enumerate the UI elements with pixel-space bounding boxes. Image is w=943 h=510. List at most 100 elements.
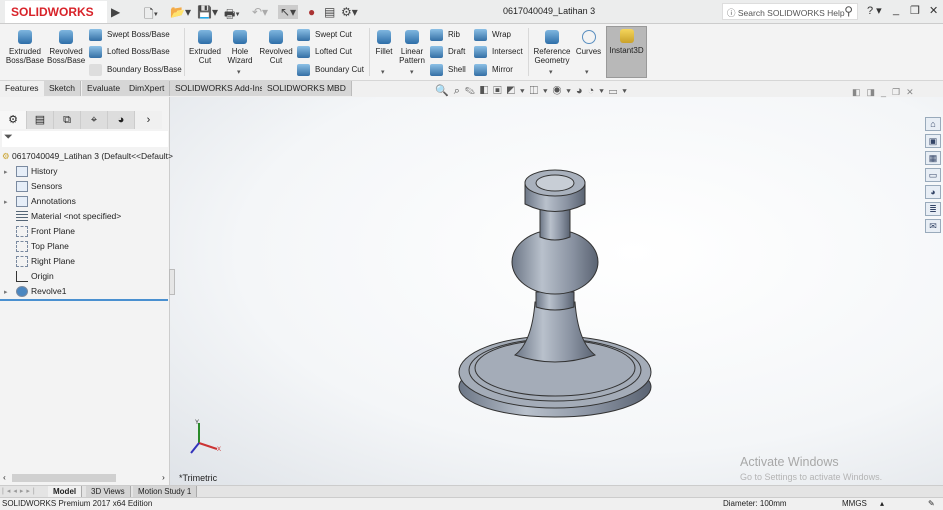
curves-dropdown-icon[interactable]: ▾ [585, 68, 589, 76]
design-library-icon[interactable]: ▦ [925, 151, 941, 165]
curves-button[interactable]: Curves [575, 28, 602, 56]
swept-cut-icon [297, 29, 310, 41]
swept-cut-button[interactable]: Swept Cut [297, 27, 352, 43]
tree-item-origin[interactable]: Origin [4, 269, 54, 283]
draft-button[interactable]: Draft [430, 44, 465, 60]
appearances-icon[interactable]: ◕ [925, 185, 941, 199]
minimize-icon[interactable]: _ [893, 4, 899, 16]
resources-icon[interactable]: ▣ [925, 134, 941, 148]
units-dropdown-icon[interactable]: ▴ [880, 498, 884, 510]
label: Lofted Cut [315, 47, 352, 56]
heads-up-view-toolbar[interactable]: 🔍⌕✎◧▣◩▾◫▾◉▾◕◔▾▭▾ [435, 84, 632, 98]
label: Boundary Boss/Base [107, 65, 182, 74]
fillet-button[interactable]: Fillet [372, 28, 396, 56]
display-manager-tab-icon[interactable]: ◕ [108, 111, 135, 129]
boundary-cut-button[interactable]: Boundary Cut [297, 62, 364, 78]
expand-arrow-icon[interactable]: ▸ [4, 166, 16, 180]
print-icon[interactable]: 🖶▾ [224, 5, 240, 26]
intersect-button[interactable]: Intersect [474, 44, 523, 60]
revolved-cut-button[interactable]: Revolved Cut [258, 28, 294, 65]
units-selector[interactable]: MMGS [842, 498, 867, 510]
draft-icon [430, 46, 443, 58]
more-tabs-icon[interactable]: › [135, 111, 162, 129]
divider [184, 28, 185, 76]
hole-wizard-button[interactable]: Hole Wizard [225, 28, 255, 65]
feature-tree-tab-icon[interactable]: ⚙ [0, 111, 27, 129]
candlestick-model[interactable] [170, 97, 943, 485]
close-icon[interactable]: ✕ [929, 4, 938, 17]
tree-item-right-plane[interactable]: Right Plane [4, 254, 75, 268]
extruded-cut-button[interactable]: Extruded Cut [187, 28, 223, 65]
undo-icon[interactable]: ↶▾ [252, 5, 268, 19]
instant3d-toggle[interactable]: Instant3D [606, 26, 647, 78]
pattern-dropdown-icon[interactable]: ▾ [410, 68, 414, 76]
boundary-boss-button[interactable]: Boundary Boss/Base [89, 62, 182, 78]
select-icon[interactable]: ↖▾ [278, 5, 299, 19]
save-icon[interactable]: 💾▾ [197, 5, 218, 19]
tree-item-sensors[interactable]: Sensors [4, 179, 62, 193]
tree-item-top-plane[interactable]: Top Plane [4, 239, 69, 253]
dimxpert-manager-tab-icon[interactable]: ⌖ [81, 111, 108, 129]
tab-evaluate[interactable]: Evaluate [82, 81, 127, 96]
tree-item-revolve1[interactable]: ▸ Revolve1 [4, 284, 66, 298]
graphics-area[interactable]: Y X ◧◨_❐✕ [170, 87, 943, 485]
tree-item-annotations[interactable]: ▸ Annotations [4, 194, 76, 208]
expand-arrow-icon[interactable]: ▸ [4, 196, 16, 210]
help-menu-icon[interactable]: ? ▾ [867, 4, 882, 17]
tree-item-front-plane[interactable]: Front Plane [4, 224, 75, 238]
fillet-dropdown-icon[interactable]: ▾ [381, 68, 385, 76]
quick-tips-icon[interactable]: ✎ [928, 498, 935, 510]
rollback-bar[interactable] [0, 299, 168, 301]
lofted-boss-button[interactable]: Lofted Boss/Base [89, 44, 170, 60]
rebuild-icon[interactable]: ● [308, 5, 315, 19]
mirror-button[interactable]: Mirror [474, 62, 513, 78]
open-file-icon[interactable]: 📂▾ [170, 5, 191, 19]
configuration-manager-tab-icon[interactable]: ⧉ [54, 111, 81, 129]
tab-addins[interactable]: SOLIDWORKS Add-Ins [170, 81, 270, 96]
tab-mbd[interactable]: SOLIDWORKS MBD [262, 81, 352, 96]
instant3d-icon [619, 29, 634, 43]
tree-horizontal-scrollbar[interactable]: ‹ › [0, 472, 170, 484]
tab-features[interactable]: Features [0, 81, 45, 96]
extruded-cut-icon [198, 30, 212, 44]
new-file-icon[interactable]: 🗋▾ [144, 5, 158, 26]
property-manager-tab-icon[interactable]: ▤ [27, 111, 54, 129]
revolved-boss-button[interactable]: Revolved Boss/Base [47, 28, 85, 65]
tab-scroll-arrows-icon[interactable]: |◂◂▸▸| [2, 487, 38, 495]
panel-splitter-handle[interactable] [169, 269, 175, 295]
expand-menu-icon[interactable]: ▶ [111, 5, 120, 19]
scroll-right-icon[interactable]: › [162, 472, 165, 482]
lofted-cut-button[interactable]: Lofted Cut [297, 44, 352, 60]
extruded-boss-button[interactable]: Extruded Boss/Base [5, 28, 45, 65]
file-explorer-icon[interactable]: ▭ [925, 168, 941, 182]
custom-properties-icon[interactable]: ≣ [925, 202, 941, 216]
scroll-left-icon[interactable]: ‹ [3, 472, 6, 482]
forum-icon[interactable]: ✉ [925, 219, 941, 233]
swept-boss-button[interactable]: Swept Boss/Base [89, 27, 170, 43]
tab-sketch[interactable]: Sketch [44, 81, 81, 96]
options-gear-icon[interactable]: ⚙▾ [341, 5, 358, 19]
file-properties-icon[interactable]: ▤ [324, 5, 335, 19]
solidworks-logo[interactable]: SOLIDWORKS [5, 1, 107, 23]
tree-item-history[interactable]: ▸ History [4, 164, 57, 178]
expand-arrow-icon[interactable]: ▸ [4, 286, 16, 300]
help-search-input[interactable]: ⓘ Search SOLIDWORKS Help ⚲ [722, 3, 858, 20]
wrap-button[interactable]: Wrap [474, 27, 511, 43]
reference-geometry-button[interactable]: Reference Geometry [531, 28, 573, 65]
rib-button[interactable]: Rib [430, 27, 460, 43]
scroll-thumb[interactable] [12, 474, 116, 482]
hole-wizard-dropdown-icon[interactable]: ▾ [237, 68, 241, 76]
restore-icon[interactable]: ❐ [910, 4, 920, 17]
tree-item-material[interactable]: Material <not specified> [4, 209, 121, 223]
label: Reference Geometry [533, 47, 571, 65]
shell-button[interactable]: Shell [430, 62, 466, 78]
viewport-window-controls[interactable]: ◧◨_❐✕ [852, 87, 920, 98]
revolve-icon [59, 30, 73, 44]
home-icon[interactable]: ⌂ [925, 117, 941, 131]
reference-geometry-dropdown-icon[interactable]: ▾ [549, 68, 553, 76]
search-icon[interactable]: ⚲ [844, 4, 853, 18]
linear-pattern-button[interactable]: Linear Pattern [397, 28, 427, 65]
tab-dimxpert[interactable]: DimXpert [124, 81, 171, 96]
tree-root-part[interactable]: ⚙ 0617040049_Latihan 3 (Default<<Default… [2, 149, 173, 163]
tree-filter-input[interactable]: ⏷ [2, 131, 168, 147]
